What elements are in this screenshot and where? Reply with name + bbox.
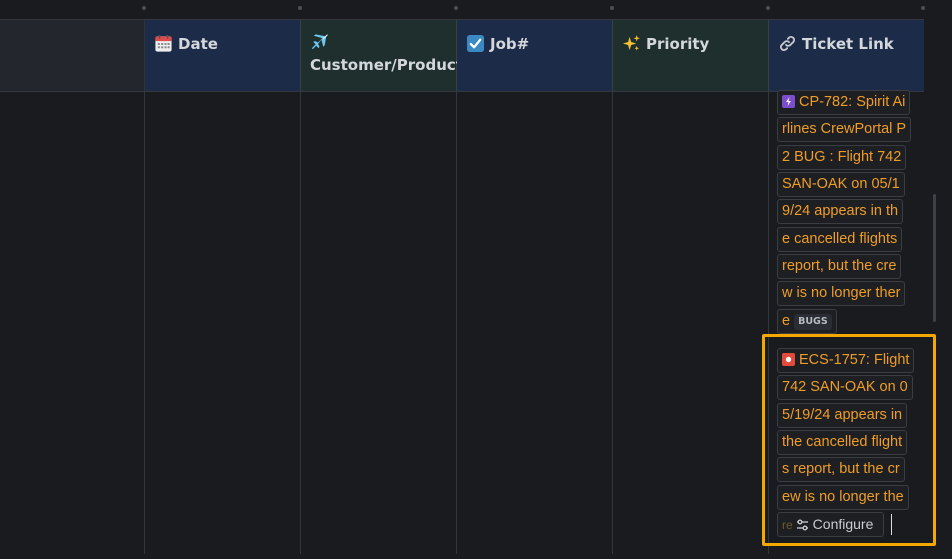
column-header-title[interactable] — [0, 20, 145, 91]
ticket-link-line[interactable]: w is no longer ther — [777, 281, 906, 306]
ticket-link-line[interactable]: 9/24 appears in th — [777, 199, 904, 224]
checkbox-icon — [466, 34, 485, 53]
table-view: Date Customer/Product Job# Priority Tick… — [0, 0, 952, 559]
column-resize-dot — [142, 6, 146, 10]
column-resize-dot — [610, 6, 614, 10]
column-resize-dot — [298, 6, 302, 10]
column-header-job[interactable]: Job# — [457, 20, 613, 91]
table-header: Date Customer/Product Job# Priority Tick… — [0, 19, 924, 92]
ticket-link-line[interactable]: e cancelled flights — [777, 226, 903, 252]
vertical-scrollbar[interactable] — [933, 194, 936, 322]
selection-highlight — [762, 334, 936, 546]
column-header-customer-product[interactable]: Customer/Product — [301, 20, 463, 91]
airplane-icon — [311, 34, 328, 50]
column-header-priority[interactable]: Priority — [613, 20, 769, 91]
ticket-link-line[interactable]: e BUGS — [777, 308, 837, 334]
link-icon — [780, 36, 795, 51]
column-header-date[interactable]: Date — [145, 20, 301, 91]
ticket-link-line[interactable]: 2 BUG : Flight 742 — [777, 144, 907, 170]
column-resize-dot — [766, 6, 770, 10]
column-resize-dot — [921, 6, 925, 10]
ticket-link-line[interactable]: SAN-OAK on 05/1 — [777, 172, 905, 197]
sparkles-icon — [622, 34, 641, 51]
ticket-type-badge: BUGS — [794, 313, 832, 330]
column-divider — [300, 92, 301, 554]
ticket-link-line[interactable]: report, but the cre — [777, 254, 902, 279]
column-divider — [456, 92, 457, 554]
column-divider — [612, 92, 613, 554]
column-divider — [144, 92, 145, 554]
column-resize-dot — [454, 6, 458, 10]
lightning-icon — [782, 95, 795, 108]
ticket-link-line[interactable]: CP-782: Spirit Ai — [777, 90, 911, 115]
calendar-icon — [155, 34, 172, 52]
ticket-link-line[interactable]: rlines CrewPortal P — [777, 117, 912, 142]
column-header-ticket-link[interactable]: Ticket Link — [769, 20, 924, 91]
